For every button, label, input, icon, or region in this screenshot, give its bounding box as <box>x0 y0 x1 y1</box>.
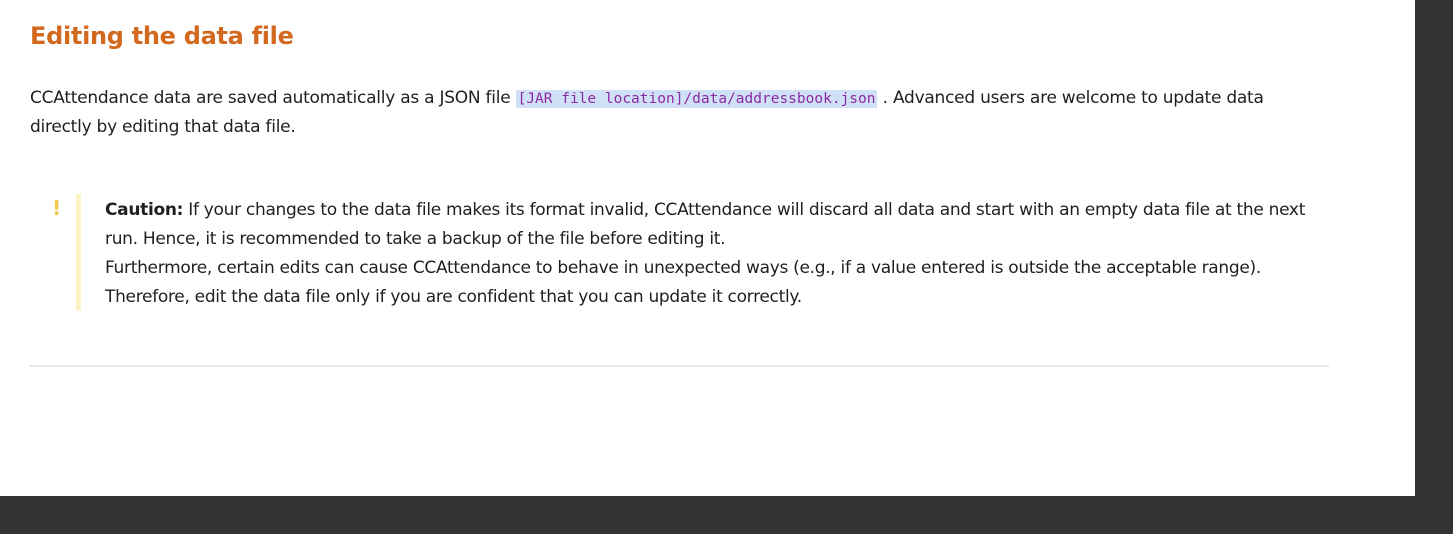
callout-bar <box>76 194 81 311</box>
caution-line-2: Furthermore, certain edits can cause CCA… <box>105 258 1261 307</box>
section-divider <box>30 365 1329 367</box>
section-heading: Editing the data file <box>30 22 294 50</box>
intro-text-before: CCAttendance data are saved automaticall… <box>30 88 516 108</box>
caution-callout: ! Caution: If your changes to the data f… <box>30 194 1320 311</box>
exclamation-icon: ! <box>52 196 62 220</box>
intro-paragraph: CCAttendance data are saved automaticall… <box>30 84 1330 141</box>
document-page: Editing the data file CCAttendance data … <box>0 0 1415 496</box>
caution-label: Caution: <box>105 200 184 220</box>
caution-line-1: If your changes to the data file makes i… <box>105 200 1306 249</box>
file-path-code[interactable]: [JAR file location]/data/addressbook.jso… <box>515 90 878 108</box>
caution-text: Caution: If your changes to the data fil… <box>105 196 1320 312</box>
